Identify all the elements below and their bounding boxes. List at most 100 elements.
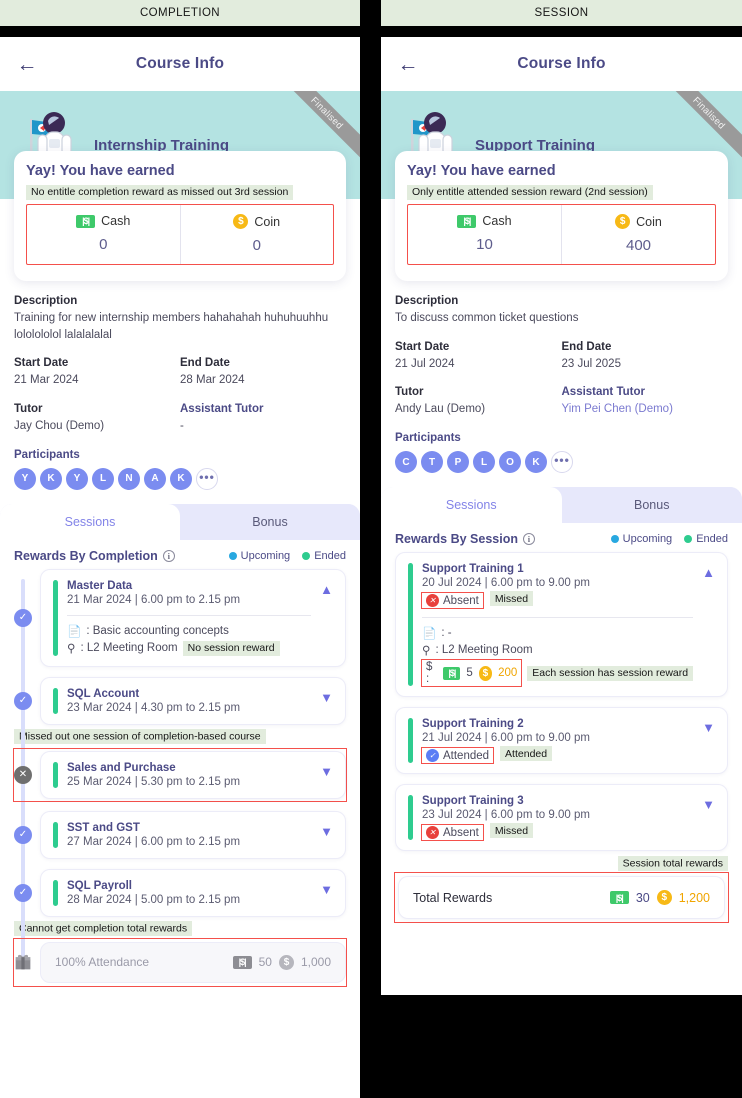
date-row: Start Date 21 Mar 2024 End Date 28 Mar 2… bbox=[14, 357, 346, 389]
legend-upcoming-dot bbox=[229, 552, 237, 560]
avatar[interactable]: L bbox=[473, 451, 495, 473]
status-tag: Attended bbox=[500, 746, 552, 761]
session-doc-text: : - bbox=[441, 627, 451, 639]
list-item: Support Training 3 23 Jul 2024 | 6.00 pm… bbox=[395, 784, 728, 851]
avatar[interactable]: K bbox=[525, 451, 547, 473]
session-card[interactable]: SQL Account 23 Mar 2024 | 4.30 pm to 2.1… bbox=[40, 677, 346, 725]
more-participants-button[interactable]: ••• bbox=[551, 451, 573, 473]
reward-coin-cell: $ Coin 400 bbox=[561, 205, 715, 264]
chevron-down-icon[interactable]: ▼ bbox=[702, 720, 715, 735]
session-card[interactable]: SST and GST 27 Mar 2024 | 6.00 pm to 2.1… bbox=[40, 811, 346, 859]
description-block: Description Training for new internship … bbox=[14, 295, 346, 343]
cash-icon: |$| bbox=[610, 891, 629, 904]
more-participants-button[interactable]: ••• bbox=[196, 468, 218, 490]
list-item: ✕ Sales and Purchase 25 Mar 2024 | 5.30 … bbox=[14, 749, 346, 801]
description-block: Description To discuss common ticket que… bbox=[395, 295, 728, 327]
avatar[interactable]: A bbox=[144, 468, 166, 490]
legend: Upcoming Ended bbox=[611, 533, 728, 545]
chevron-up-icon[interactable]: ▲ bbox=[702, 565, 715, 580]
chevron-up-icon[interactable]: ▲ bbox=[320, 582, 333, 597]
attendance-row: 100% Attendance |$| 50 $ 1,000 bbox=[14, 939, 346, 986]
session-reward-cash: 5 bbox=[466, 667, 472, 679]
avatar[interactable]: T bbox=[421, 451, 443, 473]
assistant-tutor-block: Assistant Tutor Yim Pei Chen (Demo) bbox=[562, 386, 729, 418]
tab-sessions[interactable]: Sessions bbox=[0, 504, 180, 540]
back-arrow-icon[interactable]: ← bbox=[14, 51, 40, 77]
status-bar bbox=[408, 795, 413, 840]
session-reward-row: $ : |$| 5 $ 200 Each session has session… bbox=[422, 660, 693, 686]
avatar[interactable]: C bbox=[395, 451, 417, 473]
avatar[interactable]: O bbox=[499, 451, 521, 473]
start-date-label: Start Date bbox=[14, 357, 180, 369]
annotation-no-session-reward: No session reward bbox=[183, 641, 280, 656]
chevron-down-icon[interactable]: ▼ bbox=[320, 690, 333, 705]
tab-sessions[interactable]: Sessions bbox=[381, 487, 562, 523]
cash-icon: |$| bbox=[76, 215, 95, 228]
session-date: 25 Mar 2024 | 5.30 pm to 2.15 pm bbox=[67, 776, 311, 788]
participants-avatars: C T P L O K ••• bbox=[395, 451, 728, 473]
avatar[interactable]: Y bbox=[66, 468, 88, 490]
coin-icon: $ bbox=[233, 214, 248, 229]
annotation-wrap: Session total rewards bbox=[395, 853, 728, 871]
attendance-card[interactable]: 100% Attendance |$| 50 $ 1,000 bbox=[40, 942, 346, 983]
start-date-label: Start Date bbox=[395, 341, 562, 353]
session-card[interactable]: Support Training 1 20 Jul 2024 | 6.00 pm… bbox=[395, 552, 728, 697]
tutor-block: Tutor Jay Chou (Demo) bbox=[14, 403, 180, 435]
check-icon: ✓ bbox=[14, 826, 32, 844]
session-name: Support Training 2 bbox=[422, 718, 693, 730]
session-card[interactable]: Sales and Purchase 25 Mar 2024 | 5.30 pm… bbox=[40, 751, 346, 799]
assistant-tutor-value: Yim Pei Chen (Demo) bbox=[562, 401, 729, 418]
tab-bonus[interactable]: Bonus bbox=[180, 504, 360, 540]
session-list: Support Training 1 20 Jul 2024 | 6.00 pm… bbox=[381, 552, 742, 932]
session-name: SQL Account bbox=[67, 688, 311, 700]
chevron-down-icon[interactable]: ▼ bbox=[702, 797, 715, 812]
session-doc-text: : Basic accounting concepts bbox=[86, 625, 229, 637]
check-icon: ✓ bbox=[14, 609, 32, 627]
list-item: ✓ SST and GST 27 Mar 2024 | 6.00 pm to 2… bbox=[14, 811, 346, 859]
tab-bonus[interactable]: Bonus bbox=[562, 487, 742, 523]
avatar[interactable]: P bbox=[447, 451, 469, 473]
attendance-cash-value: 50 bbox=[259, 955, 272, 969]
page-title: Course Info bbox=[381, 55, 742, 73]
session-card[interactable]: Master Data 21 Mar 2024 | 6.00 pm to 2.1… bbox=[40, 569, 346, 667]
session-card[interactable]: Support Training 3 23 Jul 2024 | 6.00 pm… bbox=[395, 784, 728, 851]
end-date-label: End Date bbox=[180, 357, 346, 369]
session-date: 23 Mar 2024 | 4.30 pm to 2.15 pm bbox=[67, 702, 311, 714]
rewards-title-text: Rewards By Session bbox=[395, 532, 518, 546]
tutor-label: Tutor bbox=[395, 386, 562, 398]
attendance-values: |$| 50 $ 1,000 bbox=[233, 955, 331, 970]
total-rewards-label: Total Rewards bbox=[413, 891, 492, 905]
rewards-title-text: Rewards By Completion bbox=[14, 549, 158, 563]
list-item: ✓ SQL Account 23 Mar 2024 | 4.30 pm to 2… bbox=[14, 677, 346, 725]
back-arrow-icon[interactable]: ← bbox=[395, 51, 421, 77]
avatar[interactable]: Y bbox=[14, 468, 36, 490]
chevron-down-icon[interactable]: ▼ bbox=[320, 882, 333, 897]
session-card[interactable]: SQL Payroll 28 Mar 2024 | 5.00 pm to 2.1… bbox=[40, 869, 346, 917]
cross-circle-icon: ✕ bbox=[426, 594, 439, 607]
chevron-down-icon[interactable]: ▼ bbox=[320, 764, 333, 779]
session-date: 28 Mar 2024 | 5.00 pm to 2.15 pm bbox=[67, 894, 311, 906]
coin-icon: $ bbox=[279, 955, 294, 970]
end-date-block: End Date 28 Mar 2024 bbox=[180, 357, 346, 389]
legend-upcoming: Upcoming bbox=[229, 550, 291, 562]
document-icon: 📄 bbox=[67, 624, 81, 638]
avatar[interactable]: L bbox=[92, 468, 114, 490]
legend-ended-dot bbox=[302, 552, 310, 560]
info-icon[interactable]: i bbox=[523, 533, 535, 545]
earned-card-wrapper: Yay! You have earned No entitle completi… bbox=[0, 151, 360, 281]
total-rewards-card: Total Rewards |$| 30 $ 1,200 bbox=[398, 876, 725, 919]
section-banner-completion: COMPLETION bbox=[0, 0, 360, 26]
earned-title: Yay! You have earned bbox=[407, 163, 716, 179]
session-card[interactable]: Support Training 2 21 Jul 2024 | 6.00 pm… bbox=[395, 707, 728, 774]
avatar[interactable]: K bbox=[170, 468, 192, 490]
session-name: SQL Payroll bbox=[67, 880, 311, 892]
location-pin-icon: ⚲ bbox=[67, 641, 75, 655]
reward-cash-value: 10 bbox=[408, 236, 561, 253]
status-badge-absent: ✕ Absent bbox=[422, 825, 483, 840]
chevron-down-icon[interactable]: ▼ bbox=[320, 824, 333, 839]
info-icon[interactable]: i bbox=[163, 550, 175, 562]
avatar[interactable]: K bbox=[40, 468, 62, 490]
tutor-label: Tutor bbox=[14, 403, 180, 415]
avatar[interactable]: N bbox=[118, 468, 140, 490]
reward-cash-label: Cash bbox=[482, 214, 511, 228]
